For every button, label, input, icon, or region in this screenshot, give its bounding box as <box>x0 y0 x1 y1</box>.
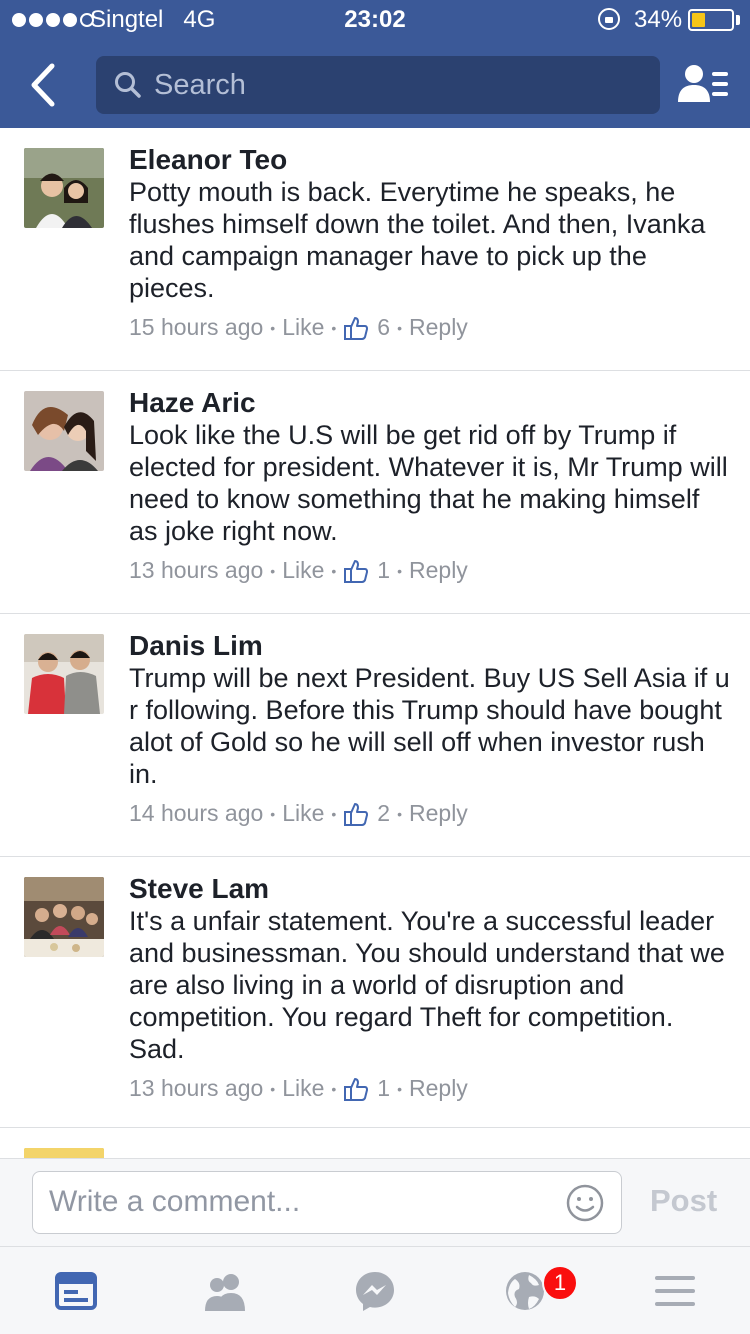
top-bar: Singtel 4G 23:02 34% Search <box>0 0 750 128</box>
reply-link[interactable]: Reply <box>409 314 468 341</box>
comment-item-partial <box>0 1128 750 1158</box>
messenger-icon[interactable] <box>353 1269 397 1313</box>
avatar[interactable] <box>24 634 104 714</box>
comment-meta: 14 hours ago • Like • 2 • Reply <box>129 800 468 827</box>
notification-badge: 1 <box>542 1265 578 1301</box>
comment-item: Haze Aric Look like the U.S will be get … <box>0 371 750 614</box>
comment-text: Look like the U.S will be get rid off by… <box>129 420 728 546</box>
commenter-name[interactable]: Eleanor Teo <box>129 144 287 176</box>
friends-list-icon[interactable] <box>676 60 730 110</box>
menu-icon[interactable] <box>653 1269 697 1313</box>
comment-text: It's a unfair statement. You're a succes… <box>129 906 725 1064</box>
comments-list[interactable]: Eleanor Teo Potty mouth is back. Everyti… <box>0 128 750 1158</box>
like-count[interactable]: 1 <box>377 1075 390 1102</box>
search-placeholder: Search <box>154 69 246 101</box>
avatar[interactable] <box>24 391 104 471</box>
like-link[interactable]: Like <box>282 1075 324 1102</box>
thumbs-up-icon <box>344 1077 369 1101</box>
like-count[interactable]: 6 <box>377 314 390 341</box>
battery-tip <box>736 15 740 25</box>
avatar[interactable] <box>24 877 104 957</box>
comment-time[interactable]: 14 hours ago <box>129 800 263 827</box>
news-feed-icon[interactable] <box>54 1269 98 1313</box>
battery-fill <box>692 13 705 27</box>
comment-placeholder: Write a comment... <box>49 1185 301 1218</box>
notifications-globe-icon[interactable] <box>503 1269 547 1313</box>
like-link[interactable]: Like <box>282 314 324 341</box>
comment-meta: 13 hours ago • Like • 1 • Reply <box>129 557 468 584</box>
post-button[interactable]: Post <box>650 1183 717 1219</box>
thumbs-up-icon <box>344 316 369 340</box>
smiley-icon[interactable] <box>565 1183 605 1223</box>
like-count[interactable]: 2 <box>377 800 390 827</box>
like-link[interactable]: Like <box>282 557 324 584</box>
reply-link[interactable]: Reply <box>409 1075 468 1102</box>
avatar[interactable] <box>24 148 104 228</box>
battery-percent: 34% <box>634 6 683 33</box>
comment-text: Potty mouth is back. Everytime he speaks… <box>129 177 706 303</box>
thumbs-up-icon <box>344 802 369 826</box>
tab-bar: 1 <box>0 1246 750 1334</box>
battery-icon <box>688 9 734 31</box>
commenter-name[interactable]: Haze Aric <box>129 387 256 419</box>
search-bar[interactable]: Search <box>96 56 660 114</box>
comment-text: Trump will be next President. Buy US Sel… <box>129 663 730 789</box>
comment-time[interactable]: 13 hours ago <box>129 557 263 584</box>
reply-link[interactable]: Reply <box>409 557 468 584</box>
thumbs-up-icon <box>344 559 369 583</box>
comment-meta: 15 hours ago • Like • 6 • Reply <box>129 314 468 341</box>
reply-link[interactable]: Reply <box>409 800 468 827</box>
friend-requests-icon[interactable] <box>203 1269 247 1313</box>
comment-meta: 13 hours ago • Like • 1 • Reply <box>129 1075 468 1102</box>
avatar[interactable] <box>24 1148 104 1158</box>
comment-time[interactable]: 13 hours ago <box>129 1075 263 1102</box>
comment-time[interactable]: 15 hours ago <box>129 314 263 341</box>
comment-input[interactable]: Write a comment... <box>32 1171 622 1234</box>
like-link[interactable]: Like <box>282 800 324 827</box>
commenter-name[interactable]: Danis Lim <box>129 630 263 662</box>
back-chevron-icon[interactable] <box>20 60 70 110</box>
comment-item: Eleanor Teo Potty mouth is back. Everyti… <box>0 128 750 371</box>
comment-item: Danis Lim Trump will be next President. … <box>0 614 750 857</box>
commenter-name[interactable]: Steve Lam <box>129 873 269 905</box>
search-icon <box>115 72 141 98</box>
comment-composer: Write a comment... Post <box>0 1158 750 1246</box>
comment-item: Steve Lam It's a unfair statement. You'r… <box>0 857 750 1128</box>
status-bar: Singtel 4G 23:02 34% <box>0 0 750 40</box>
rotation-lock-icon <box>598 8 620 30</box>
like-count[interactable]: 1 <box>377 557 390 584</box>
